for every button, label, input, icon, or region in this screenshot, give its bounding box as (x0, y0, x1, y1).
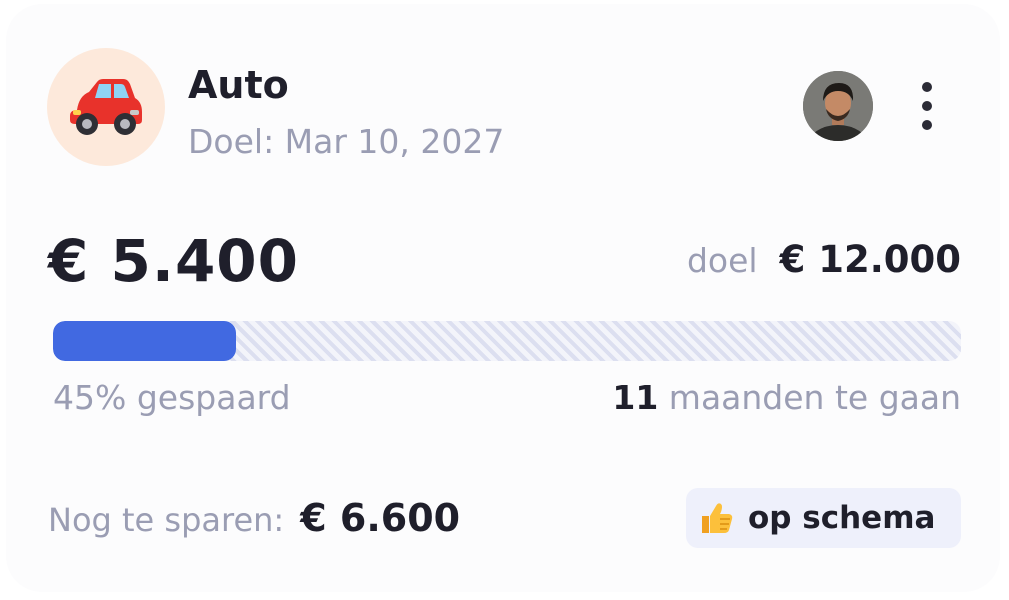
saved-amount: € 5.400 (48, 227, 300, 295)
car-icon (70, 79, 142, 135)
more-vertical-icon (922, 82, 932, 92)
more-options-button[interactable] (908, 76, 946, 136)
progress-bar (53, 321, 961, 361)
thumbs-up-icon (702, 503, 733, 533)
user-avatar[interactable] (803, 71, 873, 141)
remaining-label: Nog te sparen: (48, 501, 285, 539)
goal-title: Auto (188, 63, 289, 107)
months-label: maanden te gaan (668, 378, 961, 417)
avatar-image (803, 71, 873, 141)
goal-icon-circle (47, 48, 165, 166)
progress-label: 45% gespaard (53, 378, 291, 417)
remaining-group: Nog te sparen: € 6.600 (48, 496, 460, 540)
progress-fill (53, 321, 236, 361)
target-amount: € 12.000 (779, 238, 961, 281)
status-badge: op schema (686, 488, 961, 548)
months-remaining: 11 maanden te gaan (612, 378, 961, 418)
months-count: 11 (612, 378, 659, 417)
target-group: doel € 12.000 (687, 238, 961, 281)
remaining-amount: € 6.600 (300, 496, 461, 540)
target-label: doel (686, 241, 758, 280)
status-label: op schema (748, 500, 936, 536)
goal-deadline: Doel: Mar 10, 2027 (188, 122, 505, 161)
